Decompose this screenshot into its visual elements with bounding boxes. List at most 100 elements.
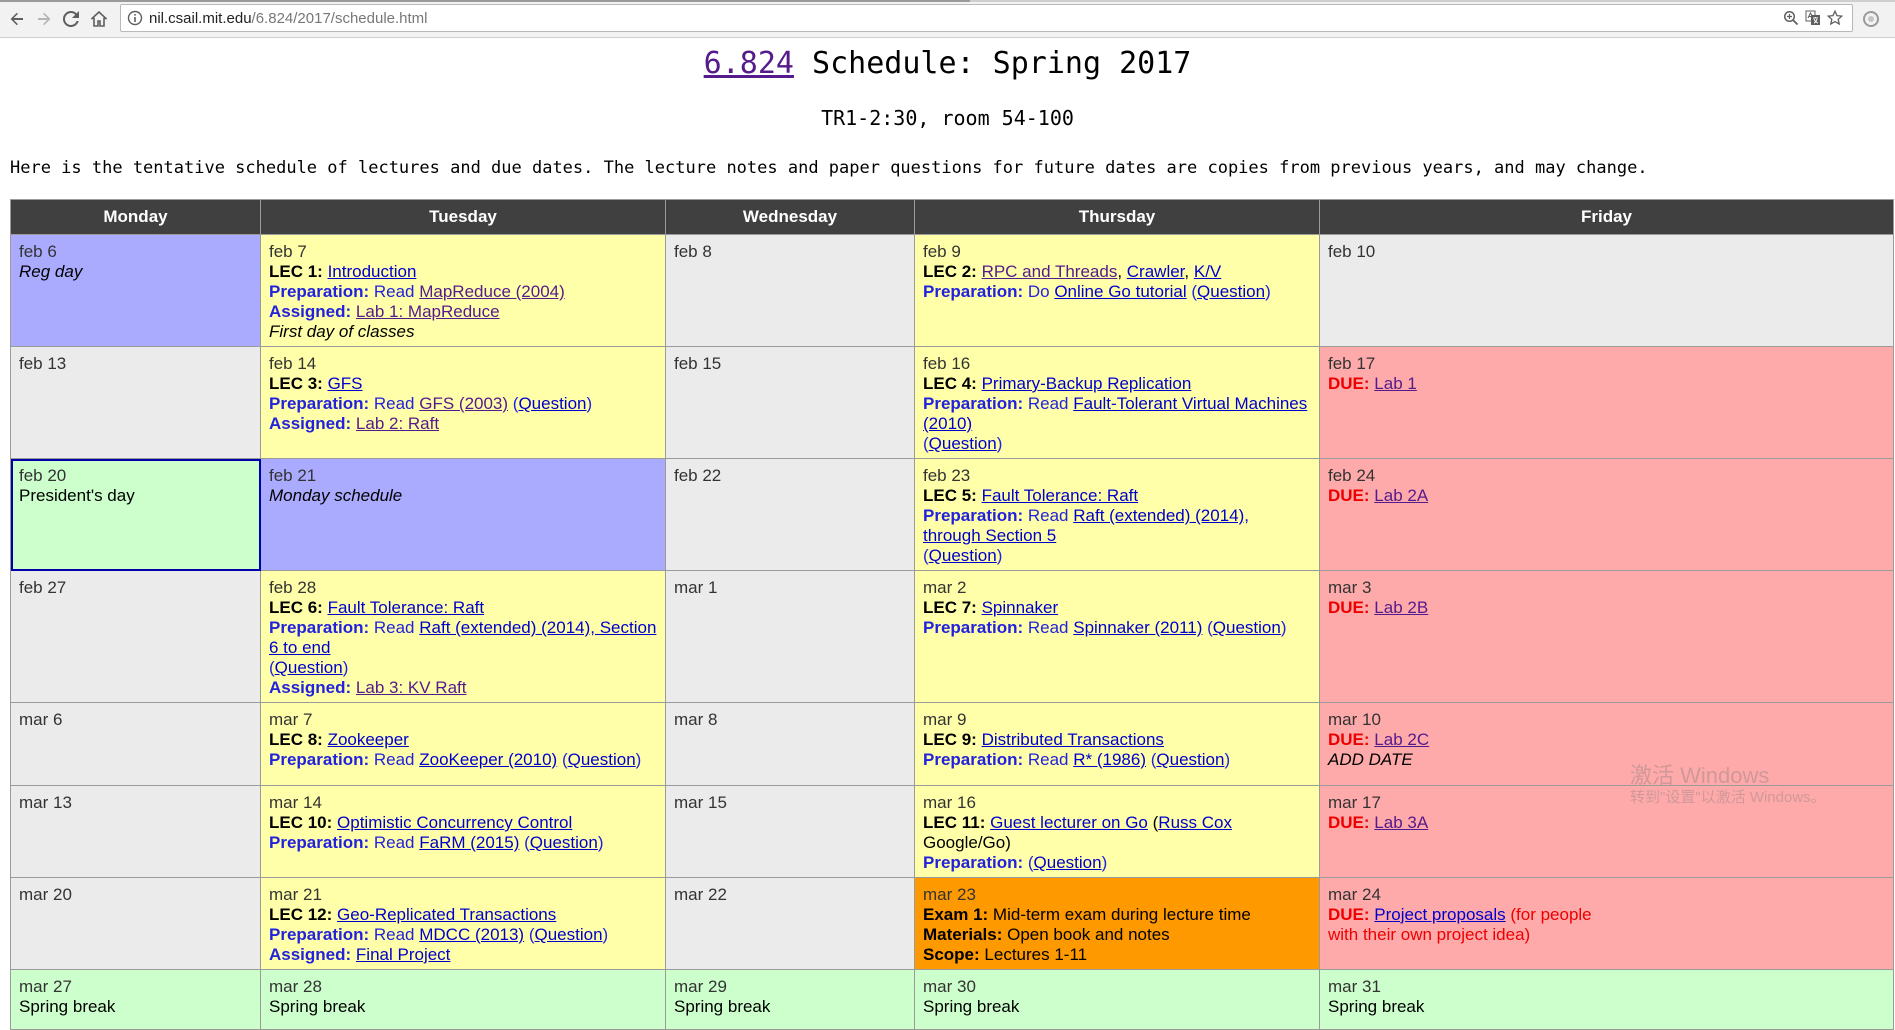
schedule-link[interactable]: FaRM (2015) [419,833,519,852]
day-cell[interactable]: feb 27 [10,570,261,703]
schedule-link[interactable]: MapReduce (2004) [419,282,565,301]
schedule-link[interactable]: RPC and Threads [982,262,1118,281]
schedule-link[interactable]: Optimistic Concurrency Control [337,813,572,832]
schedule-link[interactable]: Fault Tolerance: Raft [982,486,1139,505]
home-icon[interactable] [88,8,110,30]
course-link[interactable]: 6.824 [704,46,794,81]
day-cell[interactable]: feb 21 Monday schedule [260,458,666,571]
back-arrow-icon[interactable] [6,8,28,30]
day-cell[interactable]: mar 27 Spring break [10,969,261,1030]
day-cell[interactable]: mar 29 Spring break [665,969,915,1030]
day-cell[interactable]: feb 17 DUE: Lab 1 [1319,346,1894,459]
reload-icon[interactable] [60,8,82,30]
url-path: /6.824/2017/schedule.html [251,10,428,27]
day-cell[interactable]: mar 14 LEC 10: Optimistic Concurrency Con… [260,785,666,878]
zoom-icon[interactable] [1783,10,1799,26]
schedule-link[interactable]: Zookeeper [328,730,409,749]
schedule-link[interactable]: Final Project [356,945,450,964]
schedule-link[interactable]: ZooKeeper (2010) [419,750,557,769]
schedule-link[interactable]: Crawler [1127,262,1185,281]
schedule-link[interactable]: Geo-Replicated Transactions [337,905,556,924]
schedule-link[interactable]: Online Go tutorial [1054,282,1186,301]
schedule-link[interactable]: Lab 2A [1374,486,1428,505]
address-bar[interactable]: nil.csail.mit.edu/6.824/2017/schedule.ht… [120,4,1853,32]
schedule-link[interactable]: Distributed Transactions [982,730,1164,749]
day-cell[interactable]: mar 24 DUE: Project proposals (for people… [1319,877,1894,970]
schedule-link[interactable]: Fault Tolerance: Raft [328,598,485,617]
day-cell[interactable]: feb 20 President's day [10,458,261,571]
schedule-link[interactable]: Lab 2B [1374,598,1428,617]
day-cell[interactable]: mar 15 [665,785,915,878]
url-text[interactable]: nil.csail.mit.edu/6.824/2017/schedule.ht… [149,10,428,27]
schedule-link[interactable]: MDCC (2013) [419,925,524,944]
schedule-link[interactable]: Question [530,833,598,852]
day-cell[interactable]: feb 23 LEC 5: Fault Tolerance: Raft Prepar… [914,458,1320,571]
day-cell[interactable]: feb 15 [665,346,915,459]
day-cell[interactable]: mar 1 [665,570,915,703]
schedule-link[interactable]: Question [518,394,586,413]
schedule-link[interactable]: Guest lecturer on Go [990,813,1148,832]
day-cell[interactable]: feb 22 [665,458,915,571]
day-cell[interactable]: mar 10 DUE: Lab 2C ADD DATE [1319,702,1894,786]
date-label: feb 28 [269,578,317,597]
schedule-link[interactable]: R* (1986) [1073,750,1146,769]
day-cell[interactable]: feb 16 LEC 4: Primary-Backup Replication P… [914,346,1320,459]
day-cell[interactable]: feb 9 LEC 2: RPC and Threads, Crawler, K/… [914,234,1320,347]
day-cell[interactable]: mar 31 Spring break [1319,969,1894,1030]
schedule-link[interactable]: GFS (2003) [419,394,508,413]
schedule-link[interactable]: Lab 3A [1374,813,1428,832]
day-cell[interactable]: mar 13 [10,785,261,878]
schedule-link[interactable]: Question [1197,282,1265,301]
bookmark-star-icon[interactable] [1826,9,1844,26]
day-cell[interactable]: mar 22 [665,877,915,970]
schedule-link[interactable]: Question [568,750,636,769]
schedule-link[interactable]: Lab 2C [1374,730,1429,749]
day-cell[interactable]: mar 2 LEC 7: Spinnaker Preparation: Read S… [914,570,1320,703]
day-cell[interactable]: feb 8 [665,234,915,347]
schedule-link[interactable]: Project proposals [1374,905,1505,924]
schedule-link[interactable]: Lab 1 [1374,374,1417,393]
day-cell[interactable]: mar 20 [10,877,261,970]
day-cell[interactable]: mar 9 LEC 9: Distributed Transactions Prep… [914,702,1320,786]
schedule-link[interactable]: Question [929,434,997,453]
day-cell[interactable]: mar 8 [665,702,915,786]
schedule-link[interactable]: Spinnaker [982,598,1059,617]
schedule-link[interactable]: K/V [1194,262,1221,281]
day-cell[interactable]: mar 7 LEC 8: Zookeeper Preparation: Read Z… [260,702,666,786]
extension-icon[interactable] [1861,9,1881,29]
day-cell[interactable]: feb 13 [10,346,261,459]
day-cell[interactable]: feb 6 Reg day [10,234,261,347]
schedule-link[interactable]: Question [275,658,343,677]
schedule-link[interactable]: Lab 1: MapReduce [356,302,500,321]
day-cell[interactable]: mar 16 LEC 11: Guest lecturer on Go (Russ… [914,785,1320,878]
day-cell[interactable]: mar 23 Exam 1: Mid-term exam during lectu… [914,877,1320,970]
day-cell[interactable]: feb 28 LEC 6: Fault Tolerance: Raft Prepar… [260,570,666,703]
forward-arrow-icon[interactable] [33,8,55,30]
schedule-link[interactable]: GFS [328,374,363,393]
schedule-link[interactable]: Lab 2: Raft [356,414,439,433]
day-cell[interactable]: mar 6 [10,702,261,786]
prep-label: Preparation: [923,282,1024,301]
info-icon[interactable] [127,10,143,26]
day-cell[interactable]: mar 28 Spring break [260,969,666,1030]
day-cell[interactable]: feb 10 [1319,234,1894,347]
day-cell[interactable]: mar 30 Spring break [914,969,1320,1030]
day-cell[interactable]: mar 3 DUE: Lab 2B [1319,570,1894,703]
day-cell[interactable]: feb 14 LEC 3: GFS Preparation: Read GFS (2… [260,346,666,459]
schedule-link[interactable]: Primary-Backup Replication [982,374,1192,393]
schedule-link[interactable]: Lab 3: KV Raft [356,678,467,697]
schedule-link[interactable]: Russ Cox [1158,813,1232,832]
day-cell[interactable]: feb 24 DUE: Lab 2A [1319,458,1894,571]
schedule-link[interactable]: Spinnaker (2011) [1073,618,1202,637]
entry-line: Spring break [1328,997,1885,1017]
day-cell[interactable]: mar 21 LEC 12: Geo-Replicated Transaction… [260,877,666,970]
schedule-link[interactable]: Introduction [328,262,417,281]
schedule-link[interactable]: Question [929,546,997,565]
schedule-link[interactable]: Question [1034,853,1102,872]
schedule-link[interactable]: Question [534,925,602,944]
schedule-link[interactable]: Question [1156,750,1224,769]
schedule-link[interactable]: Question [1213,618,1281,637]
prep-text: ( [1186,282,1198,301]
translate-icon[interactable] [1805,10,1821,26]
day-cell[interactable]: feb 7 LEC 1: Introduction Preparation: Rea… [260,234,666,347]
